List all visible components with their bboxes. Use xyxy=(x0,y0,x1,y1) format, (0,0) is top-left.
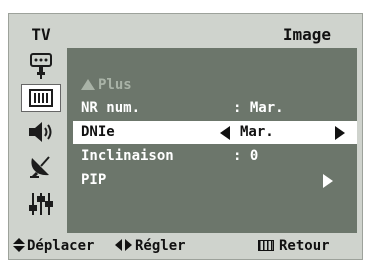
menu-item-dnie[interactable]: DNIe Mar. xyxy=(73,121,357,144)
inclinaison-separator: : xyxy=(233,148,242,164)
left-arrow-icon[interactable] xyxy=(220,126,230,140)
help-bar: Déplacer Régler Retour xyxy=(9,233,362,259)
inclinaison-value: : 0 xyxy=(233,145,258,168)
nr-num-label: NR num. xyxy=(81,100,141,116)
nr-num-separator: : xyxy=(233,100,242,116)
menu-item-pip[interactable]: PIP xyxy=(67,169,357,192)
category-sidebar xyxy=(15,48,67,233)
adjust-label: Régler xyxy=(135,238,186,254)
picture-icon[interactable] xyxy=(21,84,61,112)
return-hint: Retour xyxy=(258,233,330,259)
nr-num-value: : Mar. xyxy=(233,97,284,120)
inclinaison-value-text: 0 xyxy=(249,148,259,164)
input-icon[interactable] xyxy=(24,52,58,80)
dnie-label: DNIe xyxy=(81,124,115,140)
up-down-icon xyxy=(13,238,25,252)
menu-panel: Plus NR num. : Mar. DNIe Mar. Inclinaiso… xyxy=(67,48,357,233)
menu-item-nr-num[interactable]: NR num. : Mar. xyxy=(67,97,357,120)
submenu-arrow-icon xyxy=(323,174,333,188)
return-label: Retour xyxy=(279,238,330,254)
sound-icon[interactable] xyxy=(24,118,58,146)
menu-item-inclinaison[interactable]: Inclinaison : 0 xyxy=(67,145,357,168)
tv-tab[interactable]: TV xyxy=(15,22,67,48)
channel-icon[interactable] xyxy=(24,152,58,180)
adjust-hint: Régler xyxy=(115,233,186,259)
menu-header: TV Image xyxy=(9,14,362,48)
menu-title: Image xyxy=(67,22,357,48)
nr-num-value-text: Mar. xyxy=(249,100,284,116)
menu-icon xyxy=(258,240,274,251)
move-hint: Déplacer xyxy=(13,233,94,259)
right-arrow-icon[interactable] xyxy=(335,126,345,140)
dnie-value: Mar. xyxy=(240,124,274,140)
osd-menu-window: TV Image Plus NR num.: Mar. DNIe Mar. I… xyxy=(8,13,363,260)
setup-icon[interactable] xyxy=(24,190,58,218)
more-label: Plus xyxy=(98,77,132,93)
inclinaison-label: Inclinaison xyxy=(81,148,174,164)
up-triangle-icon xyxy=(81,79,95,90)
pip-label: PIP xyxy=(81,172,107,188)
left-right-icon xyxy=(115,239,133,251)
move-label: Déplacer xyxy=(27,238,95,254)
menu-item-more: Plus xyxy=(67,74,357,97)
